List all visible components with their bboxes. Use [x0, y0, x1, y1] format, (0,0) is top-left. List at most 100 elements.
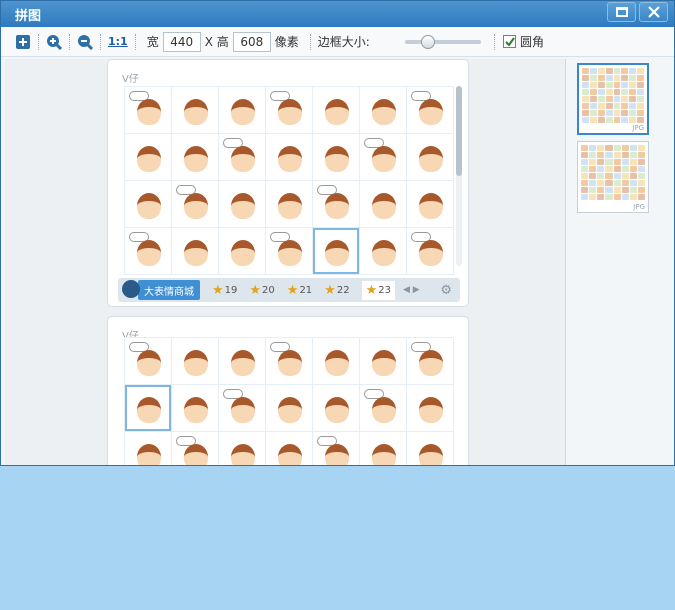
slider-thumb[interactable]	[420, 35, 435, 49]
zoom-in-icon[interactable]	[46, 34, 62, 50]
rounded-corner-label: 圆角	[520, 35, 545, 49]
preview-canvas[interactable]: V仔 大表情商城 ★19★20★21★22★23 ◀ ▶ ⚙ V仔	[5, 59, 566, 465]
maximize-button[interactable]	[607, 2, 636, 22]
thumbnail-cell	[613, 117, 621, 123]
cartoon-face-icon	[372, 350, 396, 376]
emoticon-cell	[313, 338, 359, 384]
cartoon-face-icon	[325, 240, 349, 266]
emoticon-cell	[172, 134, 218, 180]
cartoon-face-icon	[137, 146, 161, 172]
thumbnail-cell	[605, 117, 613, 123]
cartoon-face-icon	[184, 146, 208, 172]
close-button[interactable]	[639, 2, 668, 22]
thumbnail-cell	[581, 173, 589, 179]
zoom-out-icon[interactable]	[77, 34, 93, 50]
thumbnail-cell	[613, 194, 621, 200]
cartoon-face-icon	[278, 99, 302, 125]
thumbnail-cell	[621, 117, 629, 123]
cartoon-face-icon	[231, 99, 255, 125]
thumbnail-cell	[589, 145, 597, 151]
thumbnail-cell	[589, 68, 597, 74]
store-button: 大表情商城	[138, 280, 200, 300]
emoticon-cell	[125, 134, 171, 180]
cartoon-face-icon	[137, 397, 161, 423]
thumbnail-cell	[613, 68, 621, 74]
thumbnail-cell	[637, 173, 645, 179]
emoticon-cell	[266, 87, 312, 133]
thumbnail-cell	[605, 68, 613, 74]
thumbnail-cell	[629, 89, 637, 95]
thumbnail-cell	[629, 180, 637, 186]
thumbnail-cell	[637, 180, 645, 186]
thumbnail-cell	[637, 166, 645, 172]
thumbnail-cell	[605, 159, 613, 165]
width-input[interactable]	[162, 31, 201, 52]
cartoon-face-icon	[137, 193, 161, 219]
thumbnail-cell	[589, 89, 597, 95]
cartoon-face-icon	[419, 99, 443, 125]
thumbnail-list: JPG JPG	[567, 59, 674, 465]
cartoon-face-icon	[184, 193, 208, 219]
thumbnail-cell	[589, 82, 597, 88]
emoticon-cell	[172, 181, 218, 227]
emoticon-cell	[313, 385, 359, 431]
border-size-slider[interactable]	[405, 35, 481, 49]
thumbnail-cell	[613, 152, 621, 158]
thumbnail-item[interactable]: JPG	[577, 141, 649, 213]
thumbnail-cell	[582, 103, 589, 109]
add-image-icon[interactable]	[15, 34, 31, 50]
thumbnail-cell	[605, 110, 613, 116]
thumbnail-cell	[597, 166, 605, 172]
cartoon-face-icon	[231, 193, 255, 219]
cartoon-face-icon	[137, 240, 161, 266]
thumbnail-cell	[613, 110, 621, 116]
emoticon-cell	[360, 385, 406, 431]
thumbnail-cell	[629, 96, 637, 102]
thumbnail-cell	[597, 75, 605, 81]
emoticon-cell	[360, 432, 406, 465]
actual-size-button[interactable]: 1:1	[108, 35, 128, 48]
emoticon-cell	[407, 87, 453, 133]
emoticon-grid	[124, 86, 454, 275]
thumbnail-cell	[613, 145, 621, 151]
emoticon-cell	[360, 87, 406, 133]
toolbar-divider	[100, 33, 101, 50]
emoticon-grid	[124, 337, 454, 465]
cartoon-face-icon	[325, 146, 349, 172]
thumbnail-cell	[589, 110, 597, 116]
cartoon-face-icon	[419, 350, 443, 376]
thumbnail-cell	[589, 166, 597, 172]
cartoon-face-icon	[137, 350, 161, 376]
thumbnail-item[interactable]: JPG	[577, 63, 649, 135]
thumbnail-cell	[582, 75, 589, 81]
emoticon-cell	[266, 228, 312, 274]
thumbnail-cell	[637, 194, 645, 200]
thumbnail-cell	[605, 103, 613, 109]
emoticon-cell	[125, 338, 171, 384]
thumbnail-cell	[581, 166, 589, 172]
emoticon-cell	[360, 181, 406, 227]
height-input[interactable]	[232, 31, 271, 52]
emoticon-cell	[219, 338, 265, 384]
thumbnail-cell	[629, 117, 637, 123]
thumbnail-cell	[605, 187, 613, 193]
thumbnail-cell	[621, 187, 629, 193]
package-tab: ★ 22	[324, 281, 349, 300]
thumbnail-cell	[613, 180, 621, 186]
thumbnail-cell	[582, 89, 589, 95]
package-number: 21	[299, 284, 313, 296]
cartoon-face-icon	[184, 350, 208, 376]
thumbnail-cell	[582, 68, 589, 74]
emoticon-cell	[172, 228, 218, 274]
rounded-corner-checkbox[interactable]	[503, 35, 516, 48]
package-list: ★ 19 ★ 20 ★ 21 ★ 22 ★ 23	[200, 280, 395, 300]
emoticon-cell	[407, 134, 453, 180]
emoticon-cell	[125, 228, 171, 274]
thumbnail-cell	[637, 117, 644, 123]
thumbnail-cell	[597, 110, 605, 116]
rounded-corner-option[interactable]: 圆角	[503, 33, 544, 50]
toolbar-divider	[38, 33, 39, 50]
cartoon-face-icon	[419, 146, 443, 172]
cartoon-face-icon	[231, 240, 255, 266]
window-title: 拼图	[15, 8, 42, 24]
